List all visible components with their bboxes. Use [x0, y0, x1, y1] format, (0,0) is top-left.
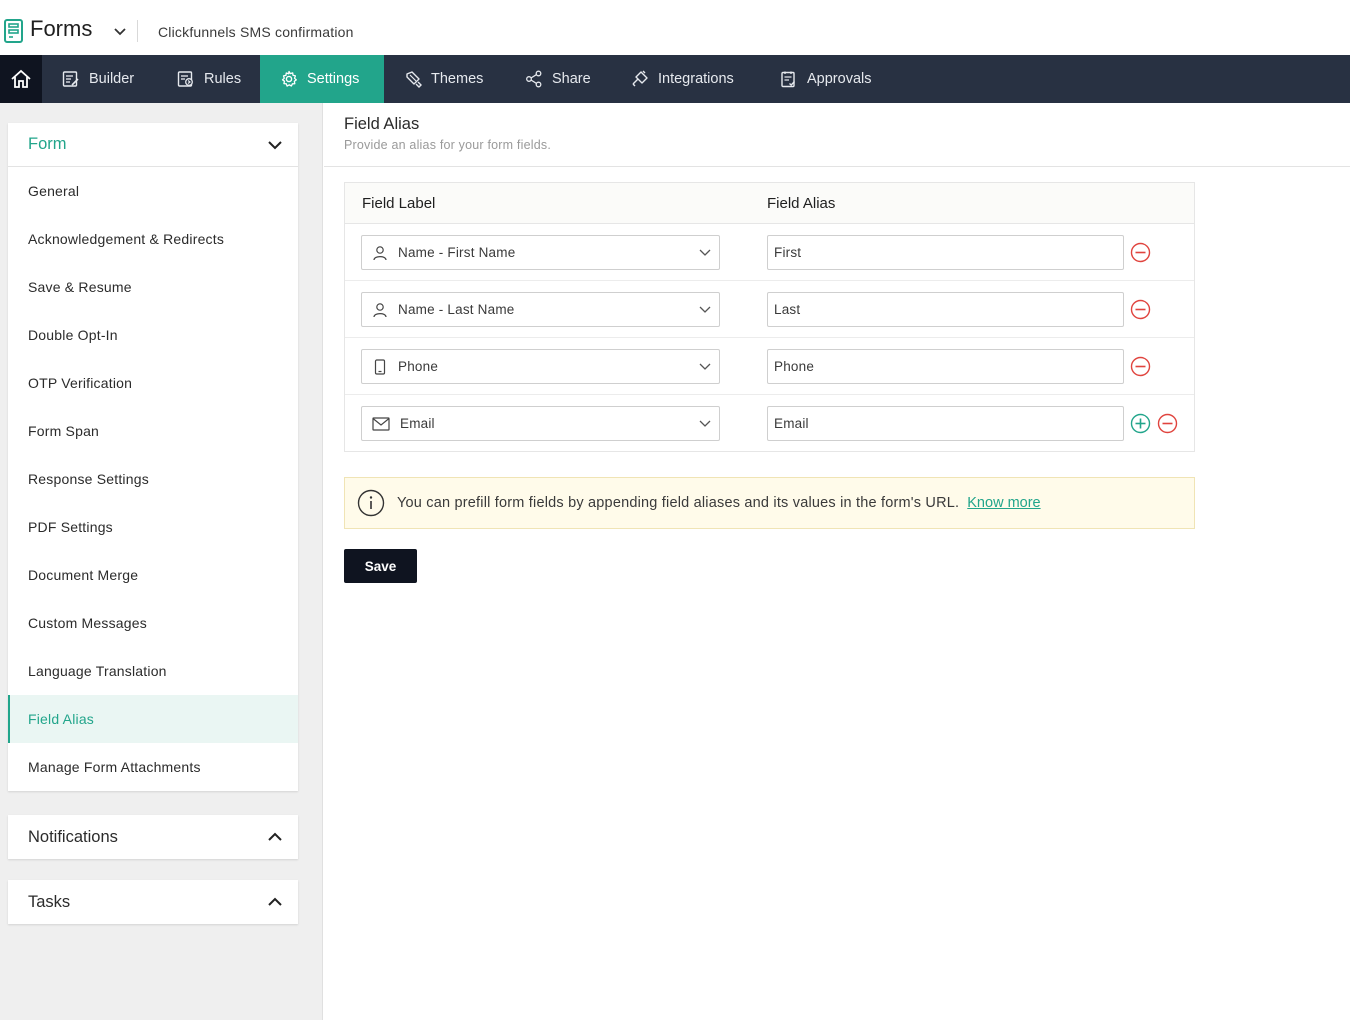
nav-themes[interactable]: Themes — [404, 55, 483, 103]
rules-icon — [177, 71, 193, 87]
page-subtitle: Provide an alias for your form fields. — [344, 138, 551, 152]
chevron-down-icon[interactable] — [112, 24, 128, 40]
sidebar-item-general[interactable]: General — [8, 167, 298, 215]
remove-circle-icon[interactable] — [1157, 413, 1178, 434]
know-more-link[interactable]: Know more — [967, 495, 1040, 511]
save-button[interactable]: Save — [344, 549, 417, 583]
chevron-down-icon — [699, 306, 711, 313]
table-row: Name - First Name — [345, 224, 1194, 281]
paintbrush-icon — [406, 71, 422, 88]
top-bar: Forms Clickfunnels SMS confirmation — [0, 0, 1350, 55]
table-row: Phone — [345, 338, 1194, 395]
forms-logo-icon — [4, 19, 23, 43]
alias-input[interactable] — [767, 406, 1124, 441]
nav-approvals-label: Approvals — [807, 71, 872, 87]
nav-integrations[interactable]: Integrations — [631, 55, 734, 103]
sidebar-item-field-alias[interactable]: Field Alias — [8, 695, 298, 743]
nav-settings[interactable]: Settings — [260, 55, 384, 103]
form-settings-card: Form General Acknowledgement & Redirects… — [8, 123, 298, 791]
tasks-title: Tasks — [28, 892, 71, 911]
remove-circle-icon[interactable] — [1130, 242, 1151, 263]
sidebar-item-document-merge[interactable]: Document Merge — [8, 551, 298, 599]
field-select-value: Email — [400, 416, 435, 431]
divider — [137, 20, 138, 42]
page-title: Field Alias — [344, 115, 420, 133]
nav-integrations-label: Integrations — [658, 71, 734, 87]
chevron-up-icon — [268, 832, 282, 841]
remove-circle-icon[interactable] — [1130, 299, 1151, 320]
alias-input[interactable] — [767, 235, 1124, 270]
table-row: Email — [345, 395, 1194, 452]
sidebar-item-pdf-settings[interactable]: PDF Settings — [8, 503, 298, 551]
sidebar-item-custom-messages[interactable]: Custom Messages — [8, 599, 298, 647]
table-header: Field Label Field Alias — [345, 183, 1194, 224]
chevron-down-icon — [699, 363, 711, 370]
sidebar-item-manage-attachments[interactable]: Manage Form Attachments — [8, 743, 298, 791]
sidebar-item-form-span[interactable]: Form Span — [8, 407, 298, 455]
nav-approvals[interactable]: Approvals — [780, 55, 871, 103]
field-select[interactable]: Name - Last Name — [361, 292, 720, 327]
nav-builder[interactable]: Builder — [62, 55, 134, 103]
nav-share-label: Share — [552, 71, 591, 87]
info-icon — [357, 489, 385, 517]
home-button[interactable] — [0, 55, 42, 103]
nav-themes-label: Themes — [431, 71, 484, 87]
phone-icon — [374, 358, 386, 375]
approvals-icon — [781, 71, 796, 88]
sidebar-item-response-settings[interactable]: Response Settings — [8, 455, 298, 503]
form-section-header[interactable]: Form — [8, 123, 298, 167]
share-icon — [526, 70, 542, 88]
field-select[interactable]: Email — [361, 406, 720, 441]
field-select-value: Phone — [398, 359, 439, 374]
tasks-section-header[interactable]: Tasks — [8, 880, 298, 924]
user-icon — [373, 302, 387, 317]
sidebar-item-acknowledgement[interactable]: Acknowledgement & Redirects — [8, 215, 298, 263]
chevron-up-icon — [268, 897, 282, 906]
builder-icon — [62, 71, 79, 87]
table-row: Name - Last Name — [345, 281, 1194, 338]
main-content: Field Alias Provide an alias for your fo… — [324, 103, 1350, 1020]
prefill-info-banner: You can prefill form fields by appending… — [344, 477, 1195, 529]
sidebar-item-double-opt-in[interactable]: Double Opt-In — [8, 311, 298, 359]
info-text: You can prefill form fields by appending… — [397, 495, 960, 511]
nav-share[interactable]: Share — [525, 55, 591, 103]
nav-rules[interactable]: Rules — [177, 55, 241, 103]
nav-builder-label: Builder — [89, 71, 135, 87]
chevron-down-icon — [699, 249, 711, 256]
tasks-card: Tasks — [8, 880, 298, 924]
nav-settings-label: Settings — [307, 71, 360, 87]
column-field-alias: Field Alias — [767, 195, 836, 212]
sidebar-item-otp-verification[interactable]: OTP Verification — [8, 359, 298, 407]
user-icon — [373, 245, 387, 260]
notifications-card: Notifications — [8, 815, 298, 859]
alias-input[interactable] — [767, 292, 1124, 327]
settings-sidebar: Form General Acknowledgement & Redirects… — [0, 103, 323, 1020]
home-icon — [11, 69, 31, 88]
sidebar-item-language-translation[interactable]: Language Translation — [8, 647, 298, 695]
field-select[interactable]: Name - First Name — [361, 235, 720, 270]
chevron-down-icon — [699, 420, 711, 427]
remove-circle-icon[interactable] — [1130, 356, 1151, 377]
sidebar-item-save-resume[interactable]: Save & Resume — [8, 263, 298, 311]
field-alias-table: Field Label Field Alias Name - First Nam… — [344, 182, 1195, 452]
gear-icon — [281, 70, 297, 87]
plug-icon — [632, 70, 648, 87]
column-field-label: Field Label — [362, 195, 436, 212]
field-select[interactable]: Phone — [361, 349, 720, 384]
add-circle-icon[interactable] — [1130, 413, 1151, 434]
field-select-value: Name - Last Name — [398, 302, 515, 317]
alias-input[interactable] — [767, 349, 1124, 384]
form-title: Clickfunnels SMS confirmation — [158, 24, 354, 40]
page-header: Field Alias Provide an alias for your fo… — [324, 103, 1350, 167]
notifications-section-header[interactable]: Notifications — [8, 815, 298, 859]
form-section-title: Form — [28, 135, 67, 153]
envelope-icon — [372, 416, 390, 431]
field-select-value: Name - First Name — [398, 245, 516, 260]
main-nav: Builder Rules Settings Themes Share Inte… — [0, 55, 1350, 103]
app-name: Forms — [30, 16, 93, 41]
nav-rules-label: Rules — [204, 71, 242, 87]
chevron-down-icon — [268, 140, 282, 149]
notifications-title: Notifications — [28, 827, 118, 846]
